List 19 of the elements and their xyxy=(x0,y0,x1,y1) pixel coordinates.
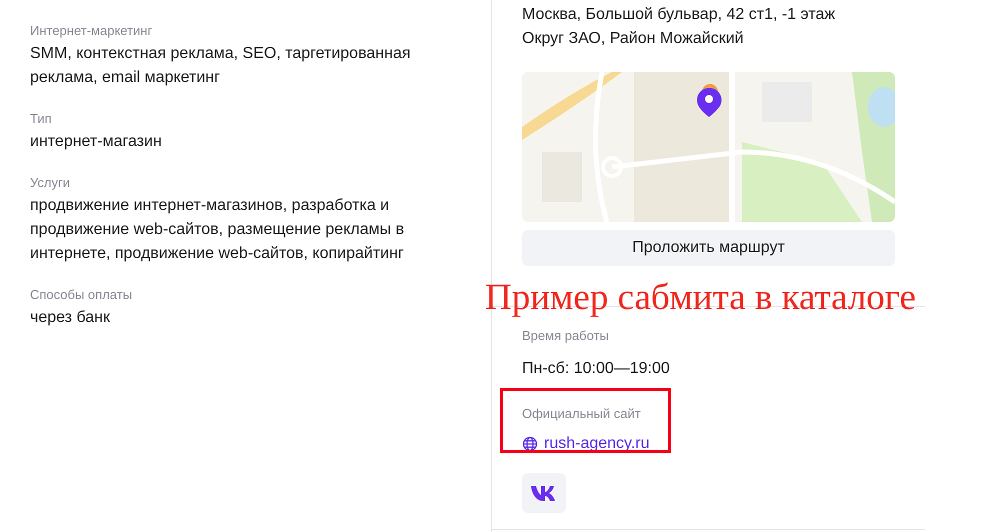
field-label: Интернет-маркетинг xyxy=(30,22,154,40)
field-value: через банк xyxy=(30,308,111,328)
field-value: интернет-магазин xyxy=(30,132,163,152)
hours-label: Время работы xyxy=(522,327,610,345)
annotation-text: Пример сабмита в каталоге xyxy=(485,276,916,320)
field-label: Способы оплаты xyxy=(30,286,134,304)
globe-icon xyxy=(522,436,538,452)
hours-value: Пн-сб: 10:00—19:00 xyxy=(522,359,671,379)
website-label: Официальный сайт xyxy=(522,405,642,423)
field-value: продвижение интернет-магазинов, разработка и продвижение web-сайтов, размещение рекламы в интернете, продвижение web-сайтов, копирайтинг xyxy=(30,196,406,264)
route-button[interactable]: Проложить маршрут xyxy=(522,230,895,266)
field-label: Услуги xyxy=(30,174,71,192)
social-button[interactable] xyxy=(522,473,566,513)
field-label: Тип xyxy=(30,110,53,128)
address-line: Москва, Большой бульвар, 42 ст1, -1 этаж xyxy=(522,5,836,25)
website-link[interactable]: rush-agency.ru xyxy=(544,433,650,455)
address-line: Округ ЗАО, Район Можайский xyxy=(522,29,745,49)
field-value: SMM, контекстная реклама, SEO, таргетированная реклама, email маркетинг xyxy=(30,44,412,88)
social-logo-icon xyxy=(531,485,557,501)
